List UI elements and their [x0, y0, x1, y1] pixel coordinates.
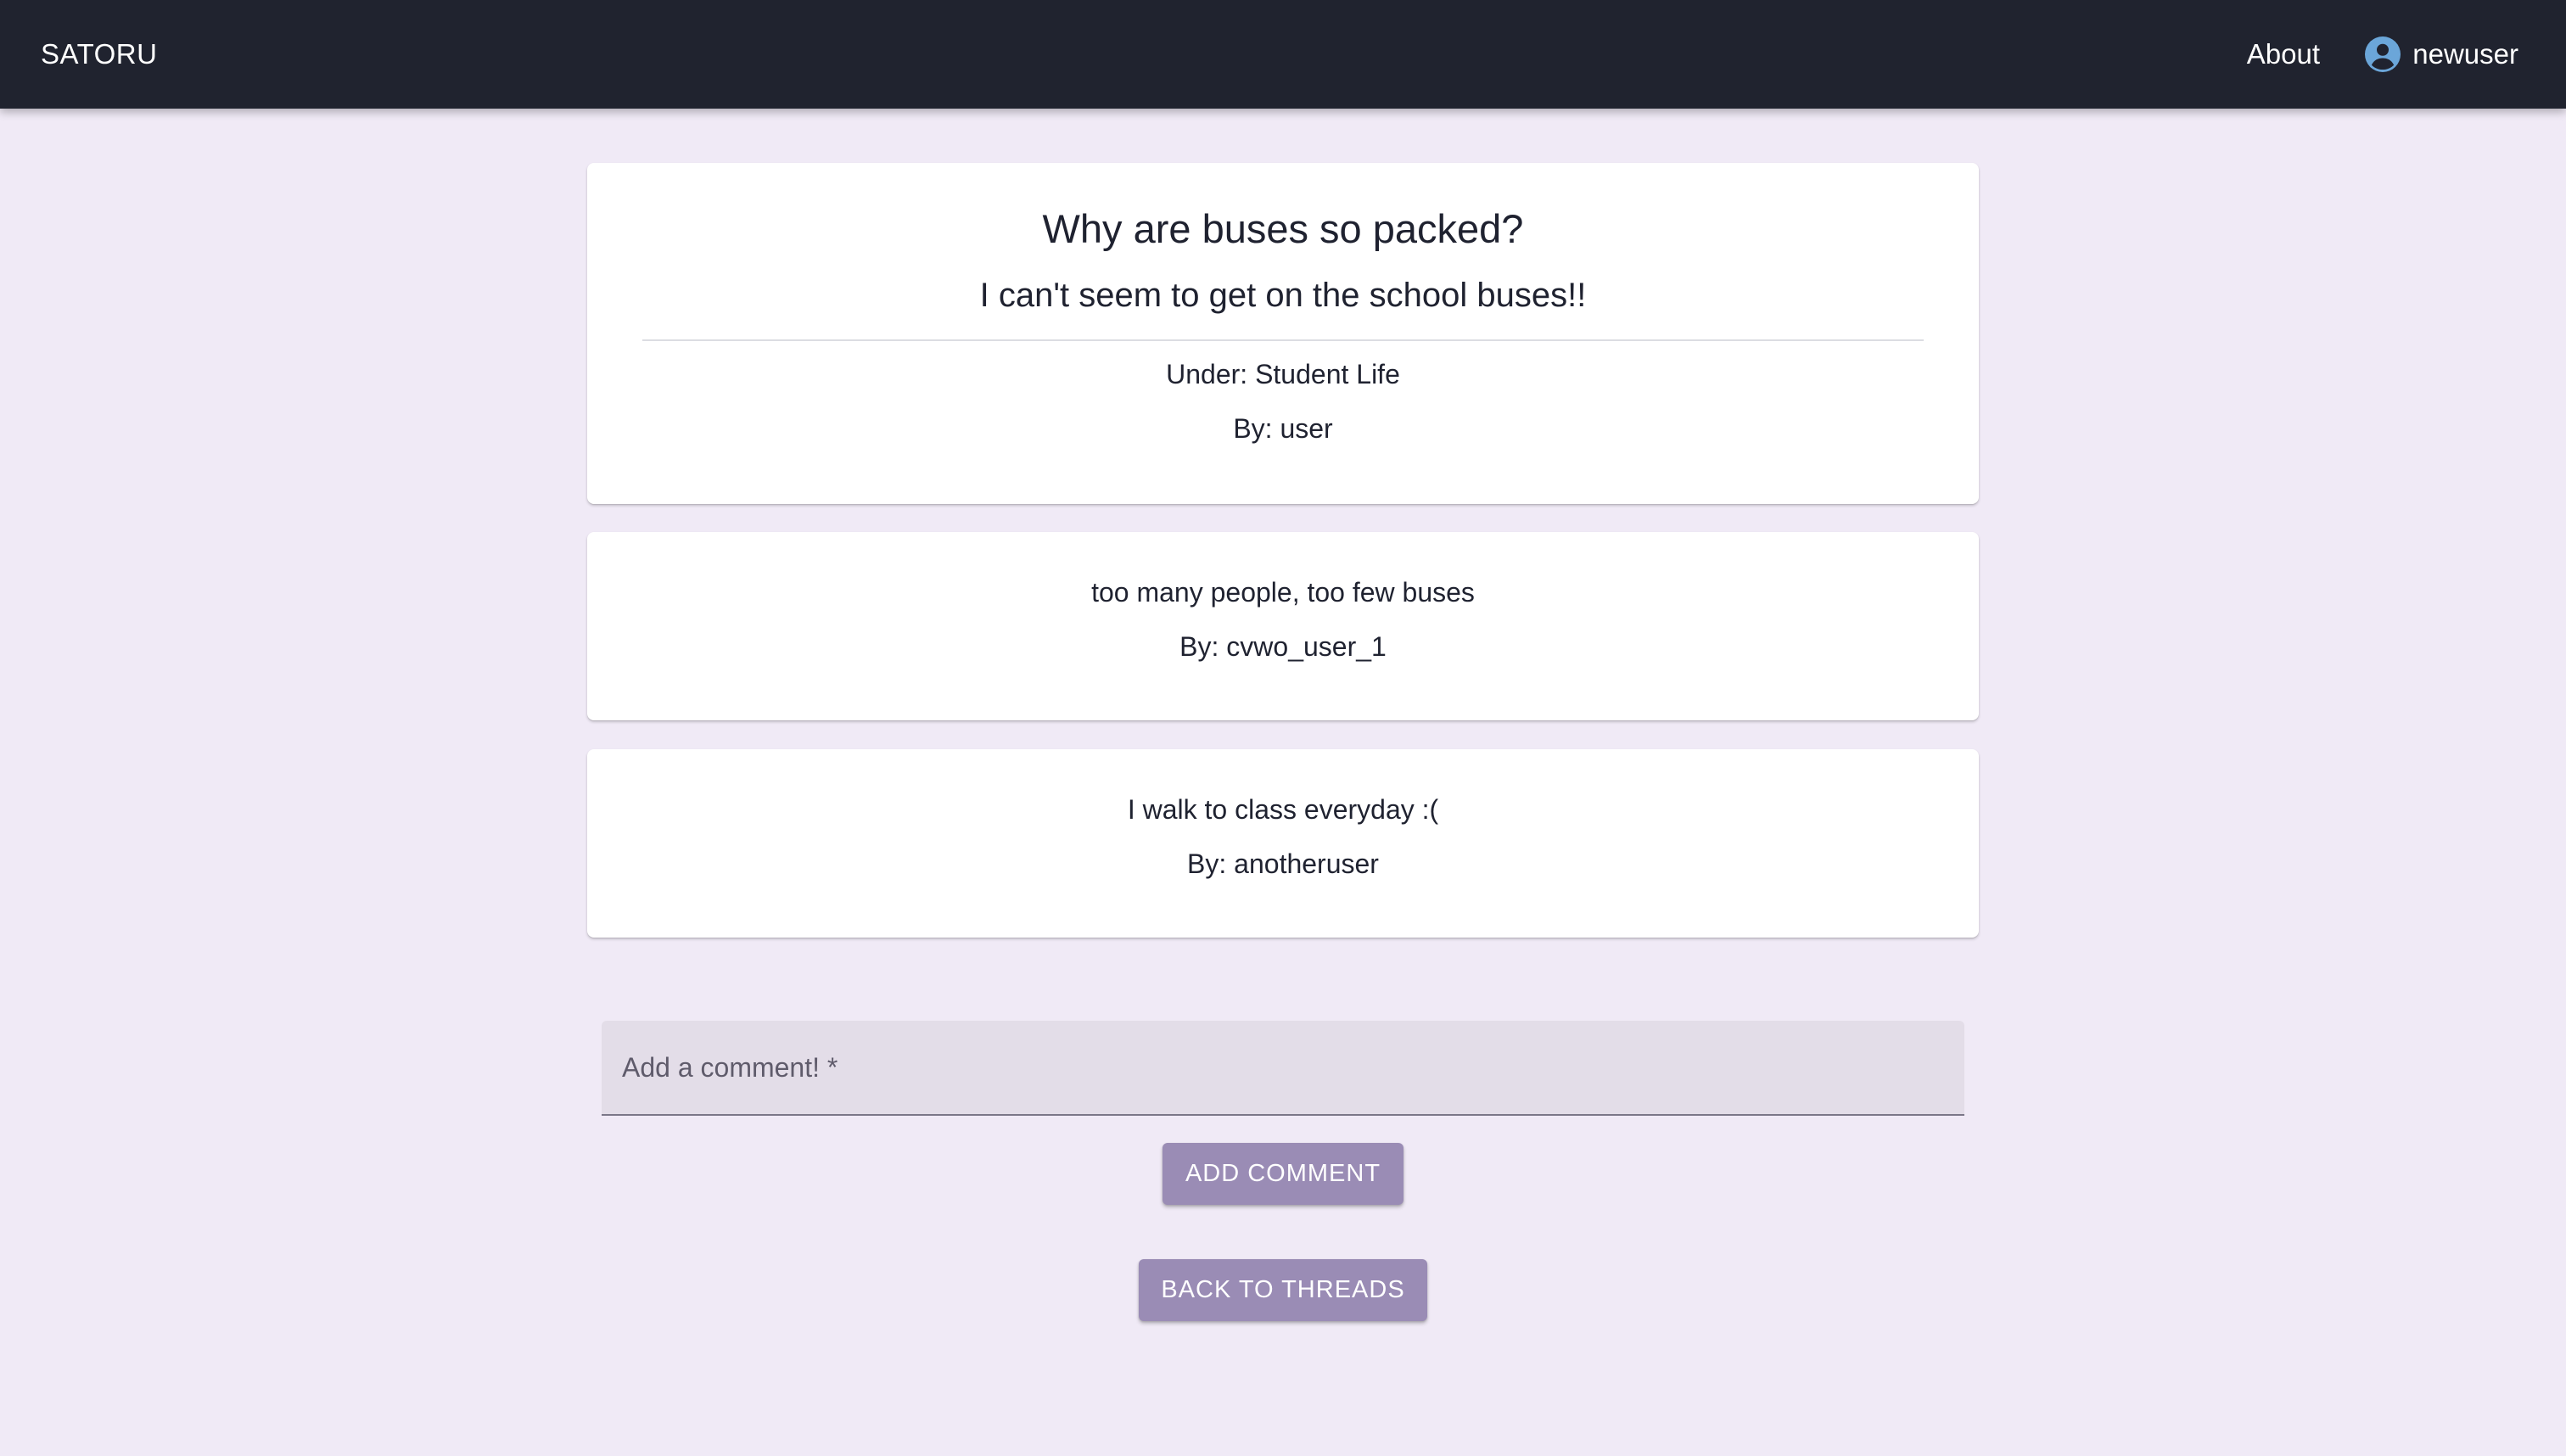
thread-title: Why are buses so packed?: [1042, 206, 1524, 251]
add-comment-field[interactable]: Add a comment! *: [602, 1021, 1964, 1116]
account-circle-icon: [2365, 36, 2401, 72]
thread-divider: [642, 339, 1924, 341]
comment-card: too many people, too few buses By: cvwo_…: [587, 532, 1979, 720]
comment-text: I walk to class everyday :(: [1127, 794, 1439, 825]
thread-body: I can't seem to get on the school buses!…: [979, 277, 1587, 314]
about-link[interactable]: About: [2247, 0, 2320, 109]
add-comment-input[interactable]: [602, 1021, 1964, 1114]
user-menu-button[interactable]: newuser: [2365, 0, 2518, 109]
brand-logo-text[interactable]: SATORU: [41, 0, 157, 109]
thread-card: Why are buses so packed? I can't seem to…: [587, 163, 1979, 504]
thread-category: Under: Student Life: [1166, 359, 1400, 389]
thread-author: By: user: [1233, 413, 1333, 444]
username-label: newuser: [2412, 38, 2518, 70]
comment-text: too many people, too few buses: [1091, 577, 1475, 608]
comment-author: By: anotheruser: [1187, 848, 1379, 879]
back-to-threads-button[interactable]: BACK TO THREADS: [1139, 1259, 1427, 1321]
comment-card: I walk to class everyday :( By: anotheru…: [587, 749, 1979, 938]
add-comment-button[interactable]: ADD COMMENT: [1163, 1143, 1403, 1205]
comment-author: By: cvwo_user_1: [1179, 631, 1387, 662]
app-bar: SATORU About newuser: [0, 0, 2566, 109]
